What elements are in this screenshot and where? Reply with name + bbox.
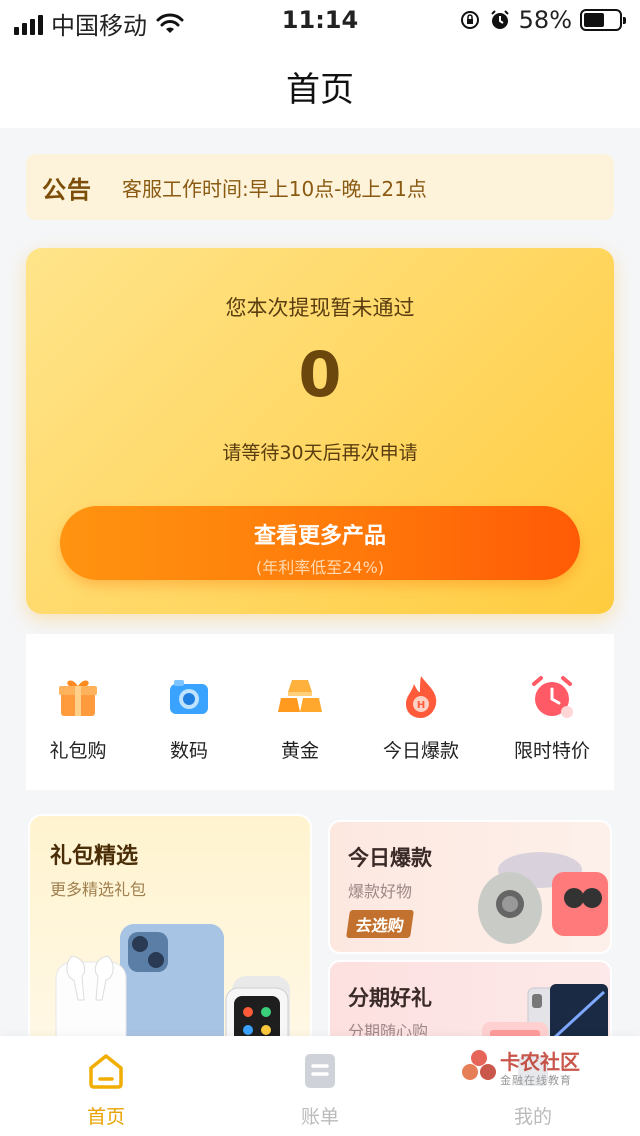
category-hot-today-label: 今日爆款 (382, 740, 459, 762)
promo-installment-title: 分期好礼 (348, 986, 432, 1010)
more-products-rate: (年利率低至24%) (255, 558, 385, 577)
category-gift-label: 礼包购 (49, 740, 107, 762)
category-gold[interactable]: 黄金 (245, 674, 355, 763)
promo-hot-today[interactable]: 今日爆款 爆款好物 去选购 (328, 820, 612, 954)
watermark-flower-icon (462, 1050, 496, 1080)
promo-hot-today-subtitle: 爆款好物 (348, 882, 413, 901)
category-digital-label: 数码 (169, 740, 208, 762)
speaker-gadgets-image (478, 852, 608, 944)
svg-text:H: H (417, 700, 425, 711)
notice-tag: 公告 (42, 175, 92, 204)
go-shopping-button[interactable]: 去选购 (346, 910, 414, 938)
category-gold-label: 黄金 (280, 740, 319, 762)
promo-gift-select-title: 礼包精选 (50, 844, 139, 869)
category-flash-sale[interactable]: 限时特价 (497, 674, 607, 763)
promo-hot-today-title: 今日爆款 (348, 846, 432, 870)
bill-icon (305, 1054, 335, 1088)
phone-earbuds-watch-image (55, 924, 290, 1052)
battery-icon (580, 9, 626, 31)
promo-gift-select[interactable]: 礼包精选 更多精选礼包 (28, 814, 312, 1054)
withdraw-amount: 0 (298, 338, 342, 411)
category-digital[interactable]: 数码 (134, 674, 244, 763)
status-right: 58% (459, 6, 626, 34)
gift-icon (59, 680, 97, 716)
withdraw-status-card: 您本次提现暂未通过 0 请等待30天后再次申请 查看更多产品 (年利率低至24%… (26, 248, 614, 614)
tab-home[interactable]: 首页 (46, 1052, 166, 1129)
more-products-label: 查看更多产品 (253, 524, 386, 549)
category-hot-today[interactable]: H 今日爆款 (366, 674, 476, 763)
withdraw-status-subtitle: 请等待30天后再次申请 (222, 442, 418, 464)
tab-bill-label: 账单 (300, 1106, 339, 1128)
notice-text: 客服工作时间:早上10点-晚上21点 (122, 176, 427, 201)
status-bar: 中国移动 11:14 58% (0, 0, 640, 40)
battery-percent: 58% (518, 6, 572, 34)
page-title: 首页 (286, 70, 354, 110)
tab-bill[interactable]: 账单 (260, 1052, 380, 1129)
fire-icon: H (406, 676, 437, 718)
alarm-clock-icon (532, 676, 573, 718)
withdraw-status-title: 您本次提现暂未通过 (225, 296, 415, 320)
tab-home-label: 首页 (86, 1106, 125, 1128)
category-row: 礼包购 数码 黄金 H 今日爆款 限时特价 (26, 634, 614, 790)
notice-banner[interactable]: 公告 客服工作时间:早上10点-晚上21点 (26, 154, 614, 220)
category-gift[interactable]: 礼包购 (23, 674, 133, 763)
tab-mine-label: 我的 (513, 1106, 552, 1128)
watermark-brand: 卡农社区 (500, 1050, 580, 1074)
camera-icon (170, 680, 208, 714)
nav-header: 首页 (0, 40, 640, 128)
alarm-icon (490, 10, 509, 29)
rotation-lock-icon (460, 11, 479, 29)
category-flash-sale-label: 限时特价 (513, 740, 590, 762)
watermark-logo: 卡农社区 金融在线教育 (460, 1044, 610, 1090)
gold-bar-icon (278, 680, 322, 712)
more-products-button[interactable]: 查看更多产品 (年利率低至24%) (60, 506, 580, 580)
home-icon (89, 1054, 123, 1089)
watermark-tagline: 金融在线教育 (500, 1074, 572, 1087)
promo-gift-select-subtitle: 更多精选礼包 (50, 880, 147, 899)
